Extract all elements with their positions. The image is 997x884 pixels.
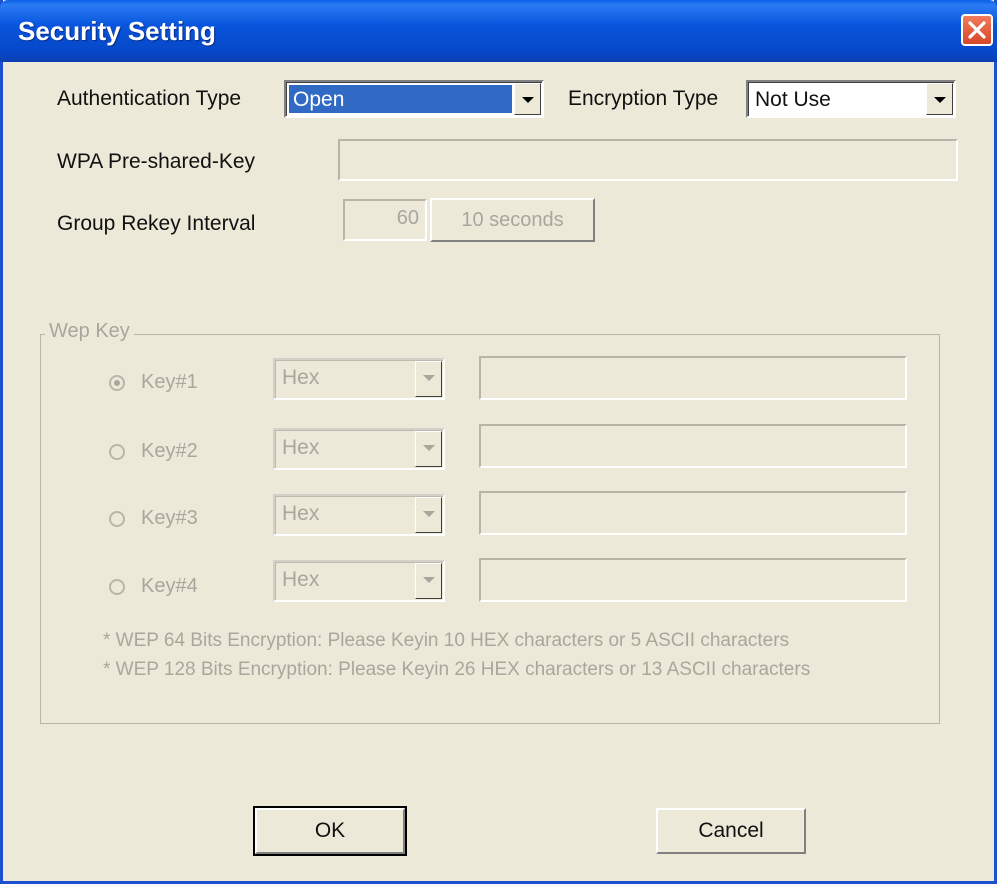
close-button[interactable]: [961, 14, 993, 46]
key4-label: Key#4: [141, 575, 198, 597]
chevron-down-icon[interactable]: [926, 83, 953, 115]
key2-input[interactable]: [479, 424, 907, 468]
chevron-down-icon[interactable]: [415, 431, 442, 467]
key3-format-value: Hex: [282, 502, 320, 525]
close-icon: [968, 21, 986, 39]
key4-radio[interactable]: [109, 579, 125, 595]
key1-label: Key#1: [141, 371, 198, 393]
key4-input[interactable]: [479, 558, 907, 602]
authentication-type-label: Authentication Type: [57, 87, 242, 110]
chevron-down-icon[interactable]: [415, 497, 442, 533]
chevron-down-icon[interactable]: [514, 83, 541, 115]
dialog-title: Security Setting: [18, 16, 216, 46]
encryption-type-select[interactable]: Not Use: [746, 80, 956, 118]
key3-input[interactable]: [479, 491, 907, 535]
group-rekey-interval-input[interactable]: 60: [343, 199, 427, 241]
encryption-type-label: Encryption Type: [568, 87, 719, 110]
key1-format-value: Hex: [282, 366, 320, 389]
authentication-type-select[interactable]: Open: [284, 80, 544, 118]
wpa-pre-shared-key-label: WPA Pre-shared-Key: [57, 150, 256, 173]
key3-format-select[interactable]: Hex: [273, 494, 445, 536]
chevron-down-icon[interactable]: [415, 361, 442, 397]
key2-radio[interactable]: [109, 444, 125, 460]
key1-input[interactable]: [479, 356, 907, 400]
key3-label: Key#3: [141, 507, 198, 529]
key4-format-value: Hex: [282, 568, 320, 591]
chevron-down-icon[interactable]: [415, 563, 442, 599]
cancel-button[interactable]: Cancel: [656, 808, 806, 854]
key2-format-select[interactable]: Hex: [273, 428, 445, 470]
key1-format-select[interactable]: Hex: [273, 358, 445, 400]
key3-radio[interactable]: [109, 511, 125, 527]
title-bar[interactable]: Security Setting: [0, 0, 997, 62]
key1-radio[interactable]: [109, 375, 125, 391]
security-setting-dialog: Security Setting Authentication Type Ope…: [0, 0, 997, 884]
wep-key-legend: Wep Key: [45, 320, 134, 343]
rekey-unit-button[interactable]: 10 seconds: [430, 198, 595, 242]
key2-format-value: Hex: [282, 436, 320, 459]
ok-button[interactable]: OK: [253, 806, 407, 856]
key4-format-select[interactable]: Hex: [273, 560, 445, 602]
wep-128-bit-note: * WEP 128 Bits Encryption: Please Keyin …: [103, 659, 811, 680]
wpa-pre-shared-key-input[interactable]: [338, 139, 958, 181]
group-rekey-interval-label: Group Rekey Interval: [57, 212, 256, 235]
encryption-type-value: Not Use: [755, 88, 831, 111]
wep-64-bit-note: * WEP 64 Bits Encryption: Please Keyin 1…: [103, 630, 790, 651]
authentication-type-value: Open: [289, 85, 512, 113]
key2-label: Key#2: [141, 440, 198, 462]
